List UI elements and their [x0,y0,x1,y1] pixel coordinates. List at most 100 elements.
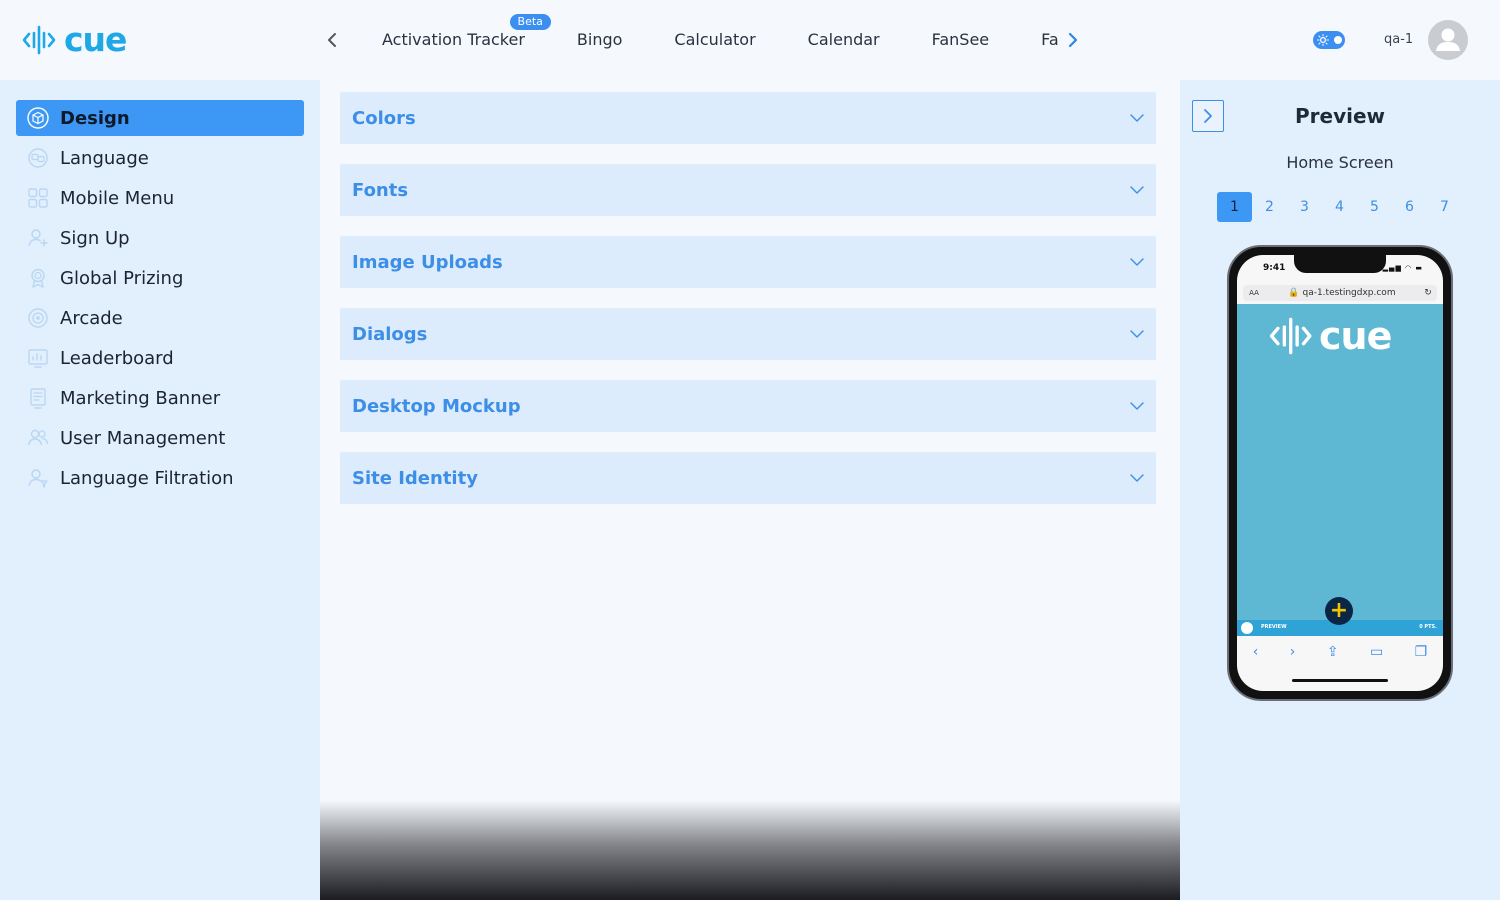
tab-fa-truncated[interactable]: Fa [1015,24,1063,56]
sidebar-item-user-management[interactable]: User Management [16,420,304,456]
sidebar-item-global-prizing[interactable]: Global Prizing [16,260,304,296]
page-button-4[interactable]: 4 [1322,192,1357,222]
page-button-7[interactable]: 7 [1427,192,1462,222]
soundwave-logo-icon [1269,317,1312,355]
design-settings-panel: Colors Fonts Image Uploads Dialogs Deskt… [320,80,1180,900]
section-image-uploads[interactable]: Image Uploads [340,236,1156,288]
phone-url-bar: AA 🔒 qa-1.testingdxp.com ↻ [1243,285,1437,301]
chevron-down-icon [1130,114,1144,122]
site-points: 0 PTS. [1419,624,1437,630]
chevron-down-icon [1130,474,1144,482]
section-title: Colors [352,107,416,129]
language-icon [16,147,60,169]
chevron-down-icon [1130,258,1144,266]
chevron-left-icon [328,33,336,47]
sidebar-item-language-filtration[interactable]: Language Filtration [16,460,304,496]
sidebar-item-arcade[interactable]: Arcade [16,300,304,336]
tab-label: Fa [1041,30,1059,49]
chart-icon [16,347,60,369]
sidebar-item-label: Mobile Menu [60,187,175,209]
site-logo-text: cue [1319,314,1392,358]
cue-logo[interactable]: cue [22,22,127,58]
phone-site-preview: cue PREVIEW 0 PTS. + [1237,304,1443,636]
profile-dot-icon [1241,622,1253,634]
sidebar-item-design[interactable]: Design [16,100,304,136]
avatar[interactable] [1428,20,1468,60]
tab-bingo[interactable]: Bingo [551,24,649,56]
toggle-knob [1334,36,1342,44]
phone-url: 🔒 qa-1.testingdxp.com [1288,288,1396,298]
sidebar-item-sign-up[interactable]: Sign Up [16,220,304,256]
tabs-icon: ❐ [1414,644,1428,660]
award-icon [16,267,60,289]
tab-calculator[interactable]: Calculator [648,24,781,56]
page-button-3[interactable]: 3 [1287,192,1322,222]
section-desktop-mockup[interactable]: Desktop Mockup [340,380,1156,432]
top-bar: cue Activation Tracker Beta Bingo Calcul… [0,0,1500,80]
site-bottom-left-label: PREVIEW [1261,624,1287,630]
preview-pagination: 1 2 3 4 5 6 7 [1217,192,1462,222]
phone-screen: 9:41 ▂▄▆ ◠ ▬ AA 🔒 qa-1.testingdxp.com ↻ … [1237,255,1443,691]
soundwave-logo-icon [22,25,56,55]
sidebar-item-language[interactable]: Language [16,140,304,176]
tab-fansee[interactable]: FanSee [906,24,1016,56]
signal-wifi-battery-icon: ▂▄▆ ◠ ▬ [1382,264,1423,272]
page-button-1[interactable]: 1 [1217,192,1252,222]
page-button-5[interactable]: 5 [1357,192,1392,222]
sun-icon [1317,34,1329,46]
tab-activation-tracker[interactable]: Activation Tracker Beta [342,14,551,56]
sidebar-item-label: Global Prizing [60,267,184,289]
tabs-scroll-right-button[interactable] [1063,24,1083,56]
share-icon: ⇪ [1326,644,1339,660]
page-button-6[interactable]: 6 [1392,192,1427,222]
sidebar-item-label: Language Filtration [60,467,234,489]
forward-icon: › [1289,644,1296,660]
section-title: Image Uploads [352,251,503,273]
sidebar-item-label: Design [60,107,130,129]
phone-url-text: qa-1.testingdxp.com [1302,288,1396,298]
phone-notch [1294,255,1386,273]
chevron-down-icon [1130,402,1144,410]
cube-icon [16,106,60,130]
banner-icon [16,387,60,409]
tabs-scroll-left-button[interactable] [322,24,342,56]
theme-toggle[interactable] [1313,31,1345,49]
phone-mockup: 9:41 ▂▄▆ ◠ ▬ AA 🔒 qa-1.testingdxp.com ↻ … [1227,245,1453,701]
browser-toolbar: ‹ › ⇪ ▭ ❐ [1237,641,1443,663]
sidebar-item-label: Leaderboard [60,347,174,369]
tab-label: Calculator [674,30,756,49]
preview-panel: Preview Home Screen 1 2 3 4 5 6 7 9:41 ▂… [1180,80,1500,900]
tab-label: Bingo [576,30,623,49]
reload-icon: ↻ [1424,288,1432,298]
sidebar-item-mobile-menu[interactable]: Mobile Menu [16,180,304,216]
chevron-down-icon [1130,330,1144,338]
back-icon: ‹ [1252,644,1259,660]
user-filter-icon [16,467,60,489]
section-colors[interactable]: Colors [340,92,1156,144]
section-fonts[interactable]: Fonts [340,164,1156,216]
tab-calendar[interactable]: Calendar [782,24,906,56]
section-title: Fonts [352,179,409,201]
target-icon [16,307,60,329]
plus-icon: + [1325,597,1353,625]
section-title: Dialogs [352,323,428,345]
section-dialogs[interactable]: Dialogs [340,308,1156,360]
phone-time: 9:41 [1263,263,1286,273]
username: qa-1 [1384,32,1414,47]
grid-icon [16,187,60,209]
home-indicator [1292,679,1388,682]
sidebar-item-leaderboard[interactable]: Leaderboard [16,340,304,376]
beta-badge: Beta [509,14,551,30]
text-size-icon: AA [1249,289,1259,297]
bottom-shadow-overlay [320,800,1180,900]
section-site-identity[interactable]: Site Identity [340,452,1156,504]
page-button-2[interactable]: 2 [1252,192,1287,222]
sidebar-item-label: Sign Up [60,227,130,249]
section-title: Site Identity [352,467,478,489]
sidebar-item-marketing-banner[interactable]: Marketing Banner [16,380,304,416]
section-title: Desktop Mockup [352,395,521,417]
site-logo: cue [1269,314,1392,358]
sidebar-item-label: Language [60,147,149,169]
sidebar-item-label: Marketing Banner [60,387,221,409]
tab-label: Activation Tracker [382,30,525,49]
